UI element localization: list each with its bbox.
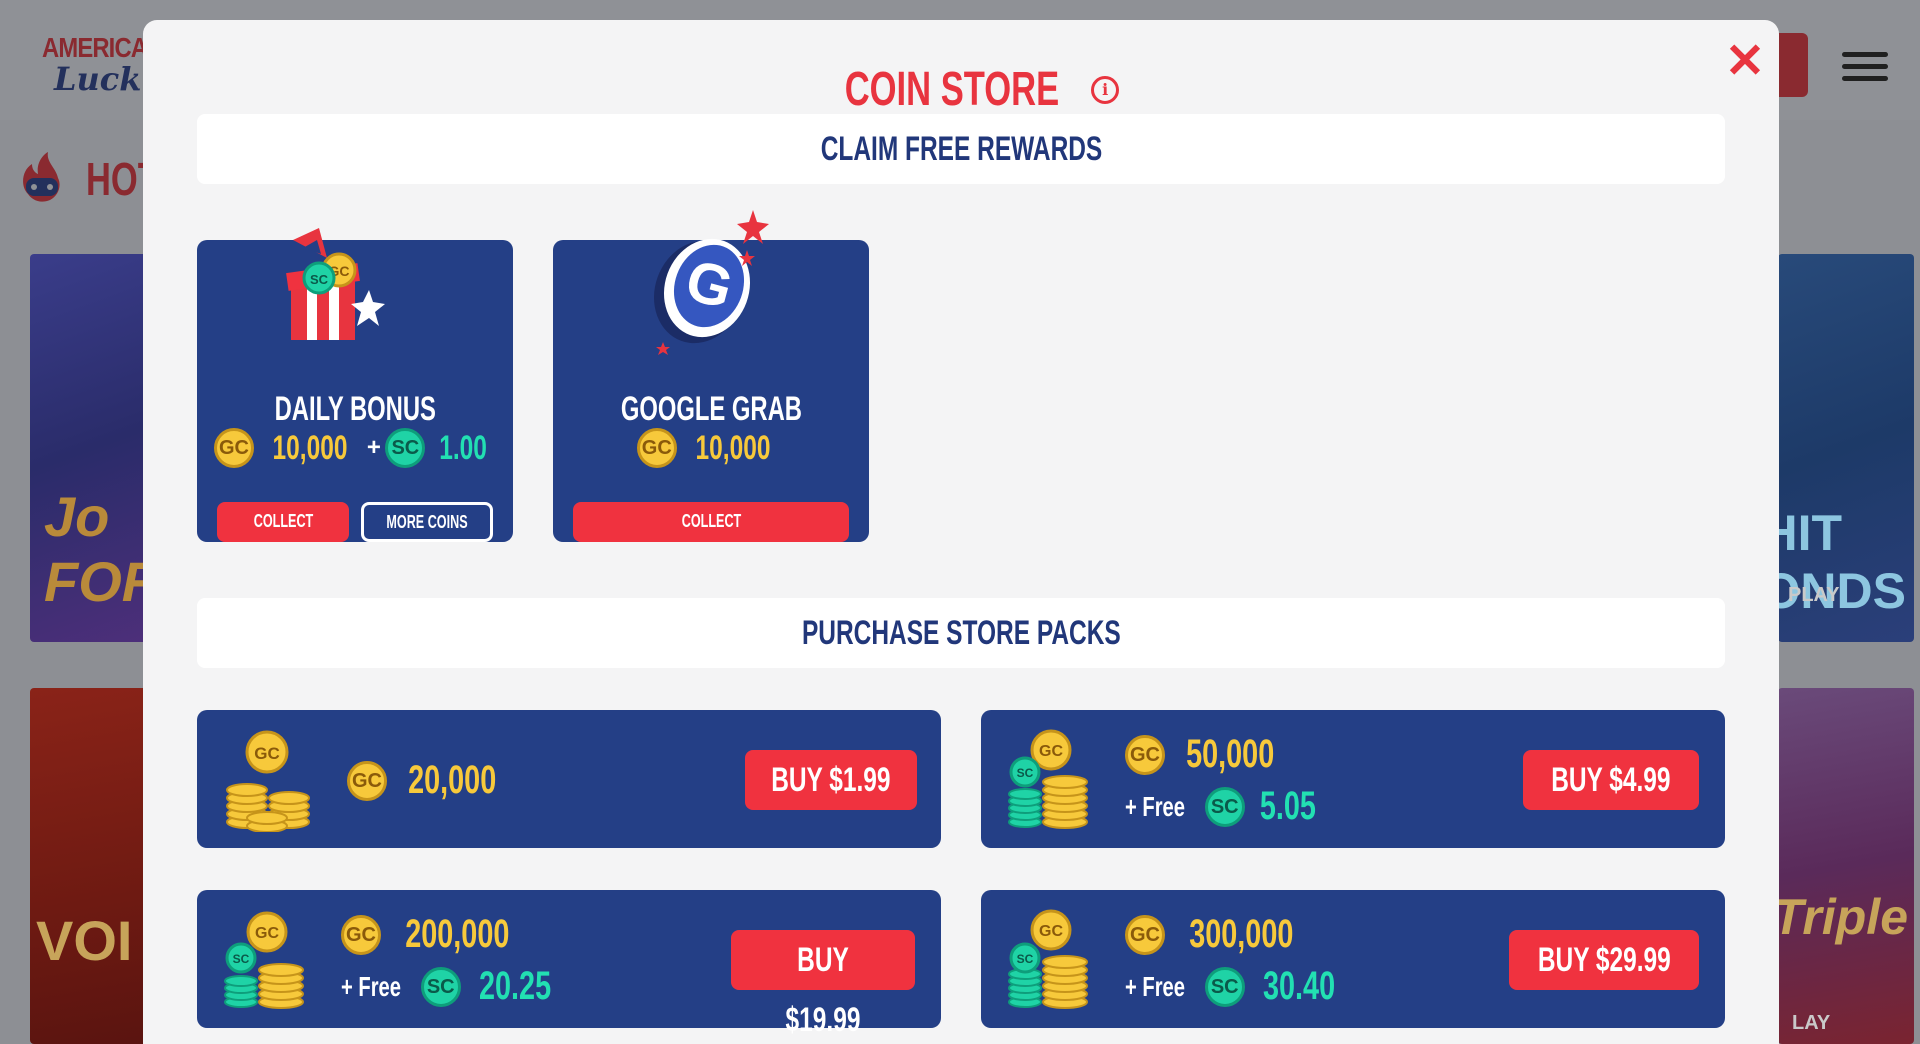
modal-title: COIN STORE i xyxy=(143,62,1779,117)
free-label: + Free xyxy=(1125,970,1185,1002)
game-tile[interactable]: Jo FOR xyxy=(30,254,150,642)
daily-bonus-amounts: GC 10,000 + SC 1.00 xyxy=(197,428,513,468)
store-pack: GC SC GC 200,000 + Free SC 20.25 BUY $19… xyxy=(197,890,941,1039)
coin-stack-icon: GC SC xyxy=(224,911,304,1009)
gc-coin-icon: GC xyxy=(1125,734,1165,775)
google-coin-icon: G xyxy=(653,210,769,355)
store-pack: GC GC 20,000 BUY $1.99 xyxy=(197,710,941,848)
game-tile[interactable]: HIT ONDS PLAY xyxy=(1778,254,1914,642)
section-heading: CLAIM FREE REWARDS xyxy=(820,130,1102,168)
gc-amount: 20,000 xyxy=(408,758,497,802)
coin-stack-icon: GC SC xyxy=(1008,729,1088,829)
gc-coin-icon: GC xyxy=(341,914,381,955)
sc-amount: 5.05 xyxy=(1260,784,1317,828)
game-tile-play: PLAY xyxy=(1788,584,1840,606)
svg-text:SC: SC xyxy=(1017,766,1034,780)
site-logo[interactable]: AMERICAN Luck xyxy=(38,30,164,98)
buy-pack-button[interactable]: BUY $4.99 xyxy=(1523,750,1699,810)
section-header-free-rewards: CLAIM FREE REWARDS xyxy=(197,114,1725,184)
buy-pack-button[interactable]: BUY $29.99 xyxy=(1509,930,1699,990)
gc-coin-icon: GC xyxy=(213,428,254,468)
gc-amount: 300,000 xyxy=(1189,912,1294,956)
sc-amount: 30.40 xyxy=(1263,964,1336,1008)
coin-stack-icon: GC SC xyxy=(1008,909,1088,1009)
section-heading: PURCHASE STORE PACKS xyxy=(801,614,1121,652)
buy-pack-button[interactable]: BUY $1.99 xyxy=(745,750,917,810)
game-tile[interactable]: Triple LAY xyxy=(1778,688,1914,1044)
google-grab-collect-button[interactable]: COLLECT xyxy=(573,502,849,542)
card-title: DAILY BONUS xyxy=(274,390,436,428)
gc-amount: 10,000 xyxy=(695,428,771,467)
game-tile-title: Triple xyxy=(1778,889,1908,945)
daily-bonus-collect-button[interactable]: COLLECT xyxy=(217,502,349,542)
coin-stack-icon: GC xyxy=(226,730,310,832)
sc-coin-icon: SC xyxy=(1204,786,1245,827)
free-label: + Free xyxy=(341,970,401,1002)
svg-text:SC: SC xyxy=(1017,952,1034,966)
gc-coin-icon: GC xyxy=(1125,914,1165,955)
store-pack: GC SC GC 50,000 + Free SC 5.05 BUY $4.99 xyxy=(981,710,1725,848)
svg-text:SC: SC xyxy=(310,272,329,287)
svg-text:GC: GC xyxy=(1039,923,1063,940)
buy-pack-button[interactable]: BUY $19.99 xyxy=(731,930,915,1039)
daily-bonus-card: GC SC DAILY BONUS GC 10,000 + SC 1.00 CO… xyxy=(197,228,513,542)
modal-title-text: COIN STORE xyxy=(844,63,1059,116)
store-pack: GC SC GC 300,000 + Free SC 30.40 BUY $29… xyxy=(981,890,1725,1028)
sc-amount: 1.00 xyxy=(439,428,487,467)
gc-amount: 50,000 xyxy=(1186,732,1275,776)
gc-amount: 10,000 xyxy=(272,428,348,467)
game-tile-play: LAY xyxy=(1792,1012,1831,1034)
sc-amount: 20.25 xyxy=(479,964,552,1008)
svg-text:GC: GC xyxy=(254,744,280,763)
svg-text:SC: SC xyxy=(233,952,250,966)
gift-box-icon: GC SC xyxy=(286,228,385,340)
section-header-store-packs: PURCHASE STORE PACKS xyxy=(197,598,1725,668)
svg-text:GC: GC xyxy=(255,925,279,942)
google-grab-amounts: GC 10,000 xyxy=(553,428,869,468)
menu-icon[interactable] xyxy=(1842,52,1888,82)
info-icon[interactable]: i xyxy=(1091,75,1120,104)
more-coins-button[interactable]: MORE COINS xyxy=(361,502,493,542)
sc-coin-icon: SC xyxy=(385,428,426,468)
hot-games-icon xyxy=(23,152,60,202)
svg-text:GC: GC xyxy=(1039,743,1063,760)
logo-text-script: Luck xyxy=(54,60,142,98)
game-tile-title: VOI xyxy=(36,909,133,972)
gc-amount: 200,000 xyxy=(405,912,510,956)
close-icon[interactable]: ✕ xyxy=(1721,38,1769,86)
google-grab-card: G GOOGLE GRAB GC 10,000 COLLECT xyxy=(553,210,869,542)
game-tile[interactable]: VOI xyxy=(30,688,150,1044)
plus-sign: + xyxy=(366,434,381,461)
sc-coin-icon: SC xyxy=(420,966,461,1007)
game-tile-title: Jo FOR xyxy=(44,485,150,613)
coin-store-modal: COIN STORE i ✕ CLAIM FREE REWARDS GC SC … xyxy=(143,20,1779,1044)
gc-coin-icon: GC xyxy=(347,760,387,801)
sc-coin-icon: SC xyxy=(1204,966,1245,1007)
card-title: GOOGLE GRAB xyxy=(620,390,802,428)
gc-coin-icon: GC xyxy=(636,428,677,468)
free-label: + Free xyxy=(1125,790,1185,822)
